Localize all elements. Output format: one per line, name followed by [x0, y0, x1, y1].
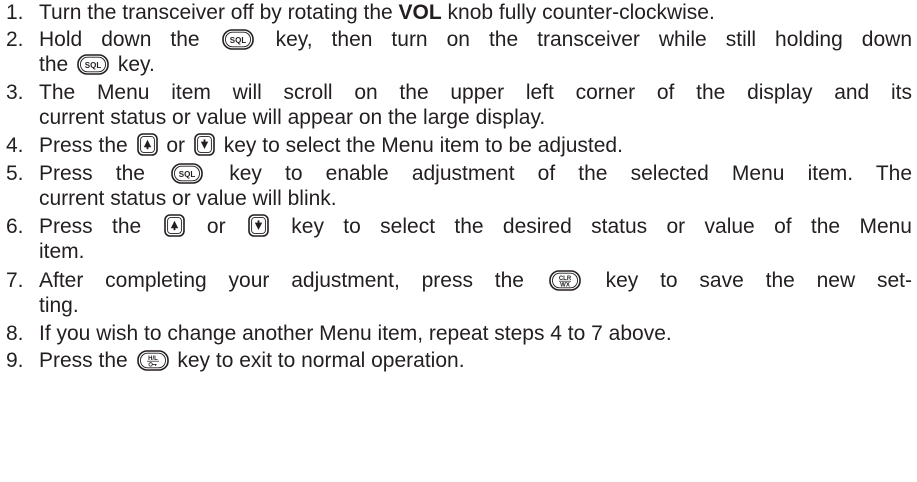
- text-run: Hold down the: [39, 28, 219, 51]
- step-text: ting.: [39, 294, 79, 317]
- sql-key-icon: SQL: [171, 163, 203, 184]
- step-5-continued: current status or value will blink.: [0, 186, 917, 211]
- svg-text:WX: WX: [560, 283, 570, 289]
- step-number: 3.: [6, 81, 24, 104]
- clr-wx-key-icon: CLR WX: [548, 270, 581, 291]
- step-number: 7.: [6, 269, 24, 292]
- menu-procedure-steps: 1. Turn the transceiver off by rotating …: [0, 0, 917, 482]
- text-run: the: [39, 53, 75, 76]
- step-number: 2.: [6, 28, 24, 51]
- step-text: the SQL key.: [39, 52, 155, 77]
- step-text: Turn the transceiver off by rotating the…: [39, 0, 715, 25]
- down-arrow-key-icon: [248, 214, 269, 237]
- step-5: 5. Press the SQL key to enable adjustmen…: [0, 161, 917, 186]
- text-run: key, then turn on the transceiver while …: [256, 28, 912, 51]
- text-run: key to select the Menu item to be adjust…: [217, 134, 623, 157]
- step-2-continued: the SQL key.: [0, 52, 917, 77]
- step-text: Press the or key to select the desired s…: [39, 214, 912, 239]
- text-run: Press the: [39, 349, 134, 372]
- step-number: 4.: [6, 134, 24, 157]
- step-3-continued: current status or value will appear on t…: [0, 105, 917, 130]
- step-text: Hold down the SQL key, then turn on the …: [39, 27, 912, 52]
- up-arrow-key-icon: [163, 214, 185, 237]
- step-7: 7. After completing your adjustment, pre…: [0, 268, 917, 293]
- sql-key-icon: SQL: [77, 54, 109, 75]
- step-6-continued: item.: [0, 239, 917, 264]
- step-3: 3. The Menu item will scroll on the uppe…: [0, 80, 917, 105]
- sql-key-icon: SQL: [221, 29, 254, 50]
- up-arrow-key-icon: [136, 133, 158, 156]
- step-number: 1.: [6, 1, 24, 24]
- step-4: 4. Press the or key to select the Menu i…: [0, 133, 917, 158]
- step-1: 1. Turn the transceiver off by rotating …: [0, 0, 917, 25]
- step-number: 6.: [6, 215, 24, 238]
- step-text: After completing your adjustment, press …: [39, 268, 912, 293]
- step-number: 5.: [6, 162, 24, 185]
- svg-text:SQL: SQL: [229, 36, 246, 45]
- step-text: item.: [39, 240, 85, 263]
- vol-knob-label: VOL: [398, 1, 442, 24]
- text-run: key.: [112, 53, 155, 76]
- text-run: Turn the transceiver off by rotating the: [39, 1, 399, 24]
- step-text: Press the or key to select the Menu item…: [39, 133, 623, 158]
- step-text: current status or value will appear on t…: [39, 106, 546, 129]
- text-run: or: [187, 215, 245, 238]
- svg-text:SQL: SQL: [179, 170, 196, 179]
- step-6: 6. Press the or key to select the desire…: [0, 214, 917, 239]
- text-run: Press the: [39, 215, 161, 238]
- step-text: Press the SQL key to enable adjustment o…: [39, 161, 912, 186]
- svg-text:SQL: SQL: [85, 61, 102, 70]
- step-text: If you wish to change another Menu item,…: [39, 322, 672, 345]
- step-text: Press the H/L key to exit to normal oper…: [39, 348, 465, 373]
- step-number: 9.: [6, 349, 24, 372]
- text-run: or: [160, 134, 191, 157]
- step-text: current status or value will blink.: [39, 187, 337, 210]
- step-8: 8. If you wish to change another Menu it…: [0, 321, 917, 346]
- step-2: 2. Hold down the SQL key, then turn on t…: [0, 27, 917, 52]
- text-run: knob fully counter-clockwise.: [441, 1, 715, 24]
- text-run: key to enable adjustment of the selected…: [206, 162, 912, 185]
- step-9: 9. Press the H/L key to exit to normal o…: [0, 348, 917, 373]
- text-run: After completing your adjustment, press …: [39, 269, 546, 292]
- step-7-continued: ting.: [0, 293, 917, 318]
- text-run: Press the: [39, 162, 169, 185]
- text-run: key to save the new set-: [583, 269, 912, 292]
- down-arrow-key-icon: [194, 133, 215, 156]
- text-run: key to select the desired status or valu…: [271, 215, 912, 238]
- text-run: key to exit to normal operation.: [171, 349, 465, 372]
- step-number: 8.: [6, 322, 24, 345]
- text-run: Press the: [39, 134, 134, 157]
- step-text: The Menu item will scroll on the upper l…: [39, 81, 912, 104]
- hl-lock-key-icon: H/L: [136, 350, 169, 371]
